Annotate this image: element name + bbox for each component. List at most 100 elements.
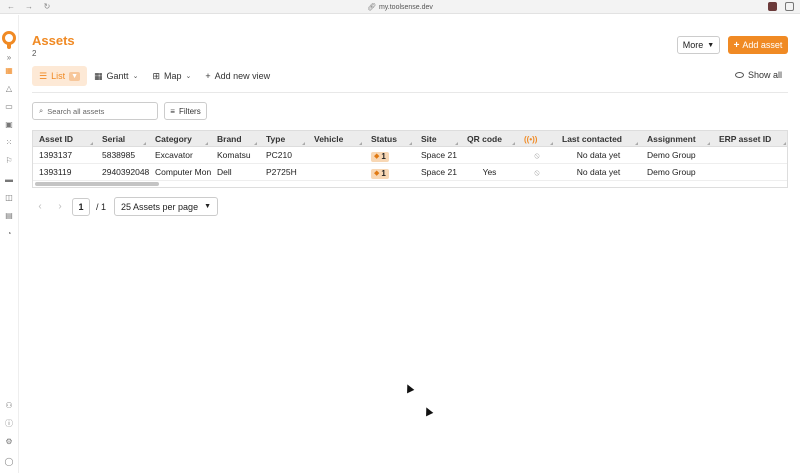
column-header-status[interactable]: Status [365,131,415,147]
no-signal-icon: ⦸ [534,151,540,160]
page-size-select[interactable]: 25 Assets per page ▼ [114,197,219,216]
cell-type: PC210 [266,150,292,160]
status-badge[interactable]: ◆ 1 [371,152,389,162]
address-bar[interactable]: 🔗︎ my.toolsense.dev [0,3,800,11]
plus-icon: + [205,71,211,81]
cell-serial: 5838985 [102,150,136,160]
column-header-serial[interactable]: Serial [96,131,149,147]
profile-icon[interactable]: ◯ [4,457,14,466]
signal-icon: ((•)) [524,135,538,144]
documents-icon[interactable]: ▤ [4,211,14,220]
assets-table: Asset ID Serial Category Brand Type Vehi… [32,130,788,188]
tag-icon: ◆ [374,153,380,160]
cell-brand: Komatsu [217,150,251,160]
views-bar: ☰ List ▼ ▦ Gantt ⌄ ⊞ Map ⌄ + Add new vie… [32,66,277,86]
table-row[interactable]: 1393119 2940392048 Computer Monitor Dell… [33,164,787,181]
logo-icon[interactable] [2,31,16,45]
filters-button[interactable]: ≡ Filters [164,102,207,120]
assets-icon[interactable]: ▦ [4,66,14,75]
column-header-erp-asset-id[interactable]: ERP asset ID [713,131,787,147]
column-header-qr-code[interactable]: QR code [461,131,518,147]
more-button[interactable]: More ▼ [677,36,720,54]
add-asset-button[interactable]: + Add asset [728,36,788,54]
table-row[interactable]: 1393137 5838985 Excavator Komatsu PC210 … [33,147,787,164]
horizontal-scrollbar[interactable] [35,182,159,186]
logo-tail [7,44,11,49]
alerts-icon[interactable]: △ [4,84,14,93]
list-icon: ☰ [39,70,48,81]
chevron-down-icon[interactable]: ▼ [69,71,81,81]
extension-icon[interactable] [768,2,777,11]
cell-site: Space 21 [421,167,457,177]
add-view-label: Add new view [214,71,271,81]
inventory-icon[interactable]: ▣ [4,120,14,129]
cell-erp-asset-id [713,147,787,164]
reports-icon[interactable]: ◫ [4,193,14,202]
chevron-down-icon[interactable]: ⌄ [186,72,192,80]
status-badge[interactable]: ◆ 1 [371,169,389,179]
settings-icon[interactable]: ⚙ [4,437,14,446]
mouse-cursor [403,382,415,394]
users-icon[interactable]: ⚇ [4,401,14,410]
column-header-connectivity[interactable]: ((•)) [518,131,556,147]
page-total: / 1 [96,201,107,212]
tag-icon: ◆ [374,170,380,177]
flag-icon[interactable]: ⚐ [4,156,14,165]
column-header-category[interactable]: Category [149,131,211,147]
view-label: Map [163,71,182,81]
no-signal-icon: ⦸ [534,168,540,177]
column-header-asset-id[interactable]: Asset ID [33,131,96,147]
filters-label: Filters [178,106,201,116]
link-icon: 🔗︎ [367,4,376,11]
cell-type: P2725H [266,167,297,177]
view-tab-list[interactable]: ☰ List ▼ [32,66,88,86]
cell-assignment: Demo Group [647,167,696,177]
plus-icon: + [733,39,740,51]
cell-qr-code: Yes [482,167,497,177]
qr-icon[interactable]: ⁙ [4,138,14,147]
mouse-cursor [422,405,434,417]
pagination: ‹ › 1 / 1 25 Assets per page ▼ [32,197,219,216]
cell-vehicle [308,147,365,164]
cell-status[interactable]: ◆ 1 [365,164,415,181]
expand-icon[interactable]: » [4,53,14,62]
cell-status[interactable]: ◆ 1 [365,147,415,164]
column-header-last-contacted[interactable]: Last contacted [556,131,641,147]
column-header-brand[interactable]: Brand [211,131,260,147]
search-input[interactable]: ⌕ Search all assets [32,102,158,120]
url-text: my.toolsense.dev [378,4,433,11]
cell-last-contacted: No data yet [576,150,621,160]
column-header-assignment[interactable]: Assignment [641,131,713,147]
vehicle-icon[interactable]: ▬ [4,175,14,184]
show-all-label: Show all [748,70,783,80]
show-all-button[interactable]: Show all [735,70,782,80]
cell-site: Space 21 [421,150,457,160]
table-header: Asset ID Serial Category Brand Type Vehi… [33,131,787,147]
chevron-down-icon[interactable]: ⌄ [133,72,139,80]
cell-erp-asset-id [713,164,787,181]
help-icon[interactable]: ⓘ [4,419,14,428]
inbox-icon[interactable]: ▭ [4,102,14,111]
caret-down-icon: ▼ [707,41,715,49]
view-tab-map[interactable]: ⊞ Map ⌄ [145,66,198,86]
cell-category: Excavator [155,150,193,160]
cell-connectivity: ⦸ [518,147,556,164]
search-icon: ⌕ [39,106,44,115]
view-label: Gantt [106,71,129,81]
calendar-icon: ▦ [94,70,103,81]
prev-page-icon[interactable]: ‹ [32,197,48,216]
view-tab-gantt[interactable]: ▦ Gantt ⌄ [87,66,145,86]
next-page-icon[interactable]: › [52,197,68,216]
column-header-vehicle[interactable]: Vehicle [308,131,365,147]
map-icon: ⊞ [152,70,160,81]
page-size-label: 25 Assets per page [121,201,199,212]
asset-count: 2 [32,49,37,58]
cell-connectivity: ⦸ [518,164,556,181]
add-new-view-button[interactable]: + Add new view [198,66,277,86]
cell-serial: 2940392048 [102,167,149,177]
page-number-input[interactable]: 1 [72,197,90,216]
column-header-type[interactable]: Type [260,131,308,147]
timer-icon[interactable]: ◔ [4,229,14,238]
sidebar-toggle-icon[interactable] [785,2,794,11]
column-header-site[interactable]: Site [415,131,461,147]
